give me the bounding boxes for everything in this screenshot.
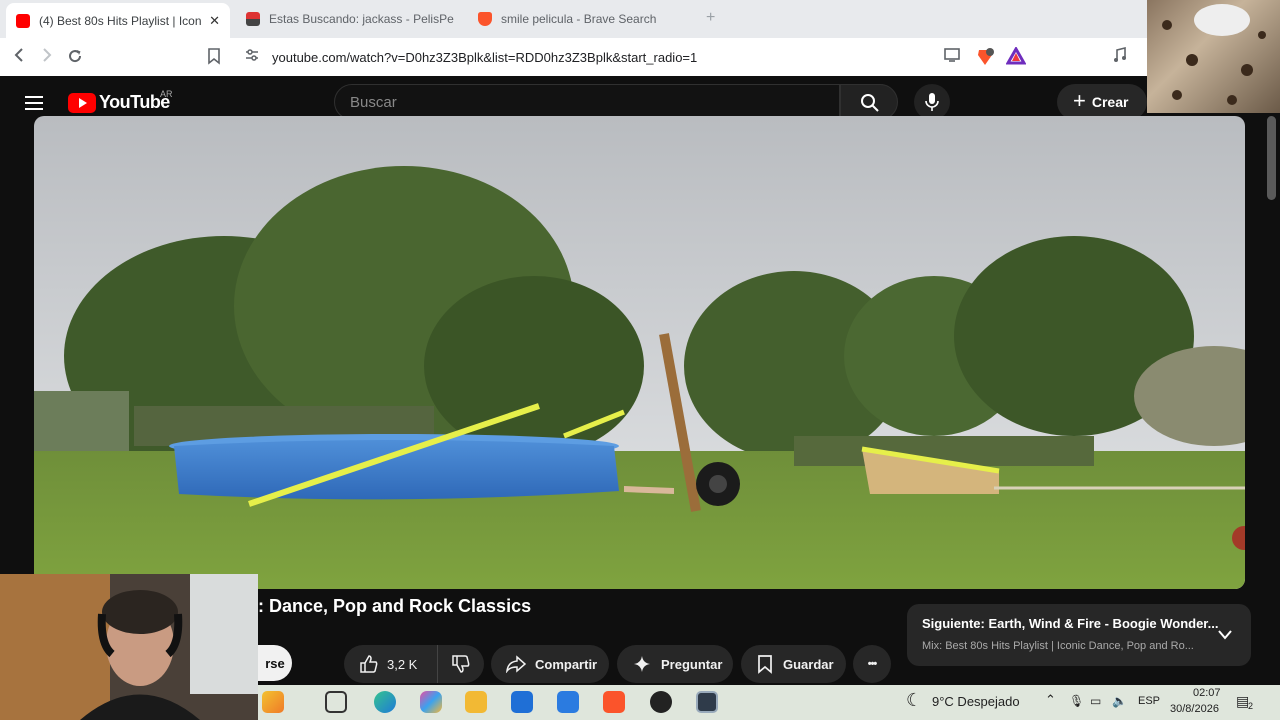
site-settings-icon[interactable] (244, 47, 260, 68)
thumbs-down-icon (452, 655, 470, 673)
copilot-sparkle-icon[interactable] (262, 691, 284, 713)
webcam-overlay (0, 574, 258, 720)
obs-icon[interactable] (650, 691, 672, 713)
clock-time[interactable]: 02:07 (1193, 687, 1221, 699)
cast-icon[interactable] (943, 47, 961, 68)
microphone-icon (925, 93, 939, 111)
language-indicator[interactable]: ESP (1138, 695, 1160, 707)
media-icon[interactable] (1112, 46, 1128, 68)
url-field[interactable]: youtube.com/watch?v=D0hz3Z3Bplk&list=RDD… (272, 50, 697, 65)
ask-button[interactable]: Preguntar (617, 645, 733, 683)
subscribe-button[interactable]: rse (258, 645, 292, 681)
streamer-overlay-image (1147, 0, 1280, 113)
plus-icon: + (1073, 88, 1086, 113)
volume-icon[interactable]: 🔈 (1112, 694, 1127, 708)
like-button[interactable]: 3,2 K (344, 645, 438, 683)
search-button[interactable] (840, 84, 898, 120)
tab-brave-search[interactable]: smile pelicula - Brave Search (468, 4, 696, 34)
brave-taskbar-icon[interactable] (603, 691, 625, 713)
menu-icon[interactable] (25, 96, 43, 110)
share-icon (506, 655, 527, 673)
task-view-icon[interactable] (325, 691, 347, 713)
weather-text[interactable]: 9°C Despejado (932, 694, 1020, 709)
chevron-down-icon[interactable] (1218, 630, 1232, 640)
search-box (334, 84, 840, 120)
next-video-playlist: Mix: Best 80s Hits Playlist | Iconic Dan… (922, 640, 1194, 652)
tab-pelispedia[interactable]: Estas Buscando: jackass - PelisPedia (236, 4, 464, 34)
country-code: AR (160, 89, 173, 99)
clock-date[interactable]: 30/8/2026 (1170, 703, 1219, 715)
brave-rewards-icon[interactable] (1005, 45, 1027, 70)
brave-shields-icon[interactable] (975, 47, 995, 72)
page-scrollbar[interactable] (1267, 116, 1276, 200)
moon-weather-icon: ☾ (906, 690, 923, 710)
next-video-title: Siguiente: Earth, Wind & Fire - Boogie W… (922, 616, 1219, 631)
voice-search-button[interactable] (914, 84, 950, 120)
video-frame-image (34, 116, 1245, 589)
microphone-tray-icon[interactable]: 🎙 (1069, 694, 1084, 708)
address-bar: youtube.com/watch?v=D0hz3Z3Bplk&list=RDD… (0, 38, 1280, 76)
tab-title: smile pelicula - Brave Search (501, 12, 657, 26)
network-icon[interactable]: ▭ (1090, 694, 1101, 708)
chevron-up-icon[interactable]: ⌃ (1045, 692, 1056, 708)
forward-icon[interactable] (40, 47, 54, 68)
share-button[interactable]: Compartir (491, 645, 609, 683)
copilot-icon[interactable] (420, 691, 442, 713)
bookmark-icon[interactable] (207, 47, 221, 70)
youtube-favicon-icon (16, 13, 30, 28)
outlook-icon[interactable] (557, 691, 579, 713)
create-button[interactable]: + Crear (1057, 84, 1147, 120)
tab-title: (4) Best 80s Hits Playlist | Iconic D (39, 13, 202, 28)
dislike-button[interactable] (438, 645, 484, 683)
tab-youtube[interactable]: (4) Best 80s Hits Playlist | Iconic D ✕ (6, 3, 230, 38)
video-title: : Dance, Pop and Rock Classics (258, 596, 532, 616)
bookmark-save-icon (758, 655, 772, 674)
file-explorer-icon[interactable] (465, 691, 487, 713)
create-label: Crear (1091, 94, 1129, 110)
youtube-play-icon (68, 92, 96, 113)
new-tab-icon[interactable]: + (706, 9, 715, 27)
like-count: 3,2 K (387, 656, 418, 672)
app-icon[interactable] (696, 691, 718, 713)
save-button[interactable]: Guardar (741, 645, 846, 683)
sparkle-icon (634, 656, 650, 672)
youtube-logo[interactable]: YouTube (68, 92, 170, 113)
notification-count: 2 (1248, 701, 1254, 711)
windows-taskbar: ☾ 9°C Despejado ⌃ 🎙 ▭ 🔈 ESP 02:07 30/8/2… (258, 685, 1280, 720)
save-label: Guardar (783, 656, 834, 672)
search-icon (861, 94, 879, 112)
like-dislike-group: 3,2 K (344, 645, 484, 683)
tab-title: Estas Buscando: jackass - PelisPedia (269, 12, 454, 26)
more-actions-button[interactable]: ••• (853, 645, 891, 683)
pelispedia-favicon-icon (246, 12, 260, 26)
share-label: Compartir (535, 656, 598, 672)
thumbs-up-icon (360, 655, 378, 673)
back-icon[interactable] (12, 47, 26, 68)
brave-favicon-icon (478, 12, 492, 26)
microsoft-store-icon[interactable] (511, 691, 533, 713)
video-player[interactable] (34, 116, 1245, 589)
search-input[interactable] (350, 94, 810, 111)
close-tab-icon[interactable]: ✕ (201, 13, 220, 29)
edge-icon[interactable] (374, 691, 396, 713)
reload-icon[interactable] (66, 47, 84, 70)
next-video-card[interactable]: Siguiente: Earth, Wind & Fire - Boogie W… (907, 604, 1251, 666)
browser-tab-strip: (4) Best 80s Hits Playlist | Iconic D ✕ … (0, 0, 1280, 38)
ask-label: Preguntar (661, 656, 723, 672)
